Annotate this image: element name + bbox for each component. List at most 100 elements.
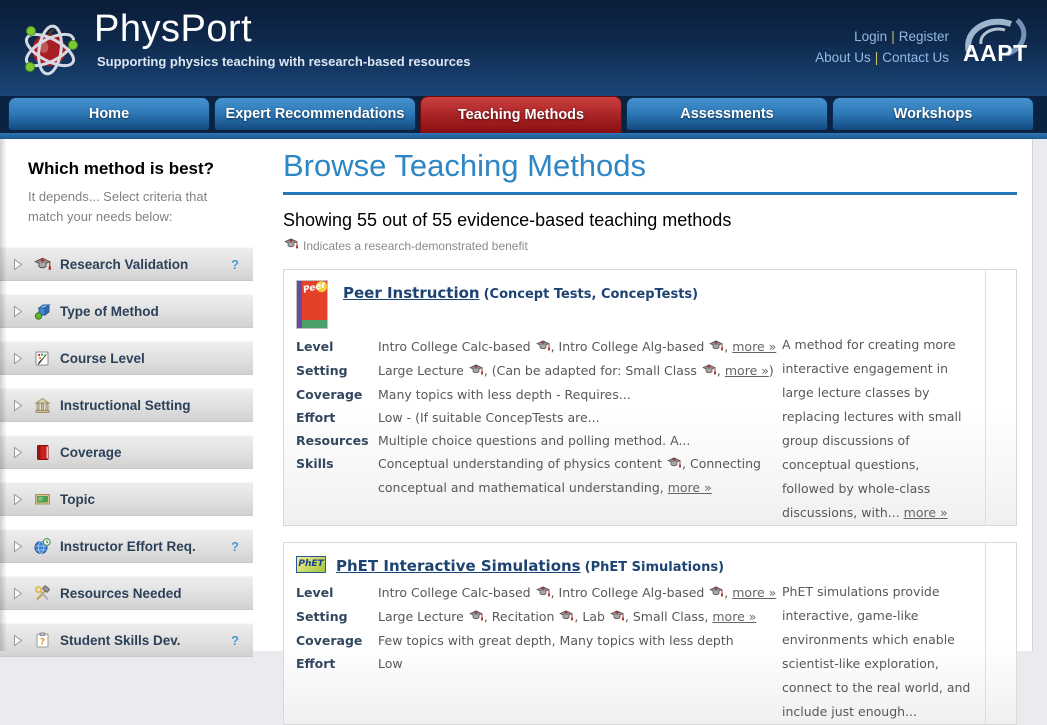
attribute-label: Effort — [296, 652, 378, 675]
grad-cap-icon — [709, 582, 723, 605]
filter-sidebar: Which method is best? It depends... Sele… — [0, 139, 253, 651]
attribute-label: Skills — [296, 452, 378, 499]
more-link[interactable]: more » — [668, 480, 712, 495]
grad-cap-icon — [536, 336, 550, 359]
expand-arrow-icon — [13, 399, 23, 412]
more-link[interactable]: more » — [732, 339, 776, 354]
about-us-link[interactable]: About Us — [815, 50, 871, 65]
attribute-row-effort: EffortLow — [296, 652, 782, 675]
shapes-icon — [33, 302, 51, 320]
book-cover-thumbnail[interactable]: Peer — [296, 280, 328, 329]
method-title-link[interactable]: PhET Interactive Simulations — [336, 557, 581, 575]
sidebar-item-label: Type of Method — [60, 304, 159, 319]
grad-cap-icon — [702, 360, 716, 383]
sidebar-item-type-of-method[interactable]: Type of Method — [0, 294, 253, 328]
card-title-block: Peer Instruction(Concept Tests, ConcepTe… — [343, 280, 698, 302]
more-link[interactable]: more » — [712, 609, 756, 624]
attribute-value: Intro College Calc-based , Intro College… — [378, 335, 782, 359]
sidebar-item-label: Student Skills Dev. — [60, 633, 181, 648]
nav-tab-expert-recommendations[interactable]: Expert Recommendations — [214, 97, 416, 130]
method-card-peer-instruction: Peer Peer Instruction(Concept Tests, Conc… — [283, 269, 1017, 526]
sidebar-item-label: Research Validation — [60, 257, 188, 272]
svg-text:?: ? — [39, 637, 44, 647]
nav-tab-workshops[interactable]: Workshops — [832, 97, 1034, 130]
book-cover-word: Peer — [302, 280, 327, 295]
sidebar-item-label: Resources Needed — [60, 586, 182, 601]
tools-icon — [33, 584, 51, 602]
method-card-phet-interactive-simulations: PhET PhET Interactive Simulations (PhET Si… — [283, 542, 1017, 725]
sidebar-item-course-level[interactable]: Course Level — [0, 341, 253, 375]
chalkboard-icon — [33, 490, 51, 508]
more-link[interactable]: more » — [732, 585, 776, 600]
method-description: PhET simulations provide interactive, ga… — [782, 553, 974, 724]
clipboard-question-icon: ? — [33, 631, 51, 649]
sidebar-item-instructional-setting[interactable]: Instructional Setting — [0, 388, 253, 422]
book-icon — [33, 443, 51, 461]
link-separator: | — [887, 29, 899, 44]
grad-cap-icon — [284, 238, 298, 253]
sidebar-item-label: Course Level — [60, 351, 145, 366]
card-main: Peer Peer Instruction(Concept Tests, Conc… — [296, 280, 782, 525]
aapt-logo[interactable]: AAPT — [959, 14, 1031, 80]
more-link[interactable]: more » — [904, 505, 948, 520]
sidebar-item-research-validation[interactable]: Research Validation? — [0, 247, 253, 281]
card-main: PhET PhET Interactive Simulations (PhET Si… — [296, 553, 782, 724]
method-description-text: A method for creating more interactive e… — [782, 337, 962, 520]
filter-list: Research Validation? Type of Method Course… — [0, 247, 253, 657]
help-icon[interactable]: ? — [231, 257, 239, 272]
attribute-row-level: LevelIntro College Calc-based , Intro Co… — [296, 581, 782, 605]
grad-cap-icon — [469, 606, 483, 629]
page-title: Browse Teaching Methods — [283, 149, 1017, 195]
login-link[interactable]: Login — [854, 29, 887, 44]
site-title: PhysPort — [94, 8, 471, 51]
results-summary: Showing 55 out of 55 evidence-based teac… — [283, 210, 1017, 231]
attribute-row-setting: SettingLarge Lecture , (Can be adapted f… — [296, 359, 782, 383]
bank-icon — [33, 396, 51, 414]
grad-cap-icon — [33, 255, 51, 273]
method-card-list: Peer Peer Instruction(Concept Tests, Conc… — [283, 269, 1017, 725]
attribute-row-coverage: CoverageMany topics with less depth - Re… — [296, 383, 782, 406]
sidebar-item-label: Instructor Effort Req. — [60, 539, 196, 554]
grad-cap-icon — [559, 606, 573, 629]
sidebar-item-resources-needed[interactable]: Resources Needed — [0, 576, 253, 610]
attribute-row-level: LevelIntro College Calc-based , Intro Co… — [296, 335, 782, 359]
attribute-label: Level — [296, 581, 378, 605]
phet-logo-thumbnail[interactable]: PhET — [296, 556, 326, 573]
site-tagline: Supporting physics teaching with researc… — [97, 54, 471, 69]
card-header: PhET PhET Interactive Simulations (PhET Si… — [296, 553, 782, 575]
attribute-row-coverage: CoverageFew topics with great depth, Man… — [296, 629, 782, 652]
main-nav: HomeExpert RecommendationsTeaching Metho… — [0, 96, 1047, 133]
link-separator: | — [871, 50, 883, 65]
attribute-row-resources: ResourcesMultiple choice questions and p… — [296, 429, 782, 452]
sidebar-item-student-skills-dev[interactable]: ? Student Skills Dev.? — [0, 623, 253, 657]
header-links: Login|Register About Us|Contact Us — [815, 26, 949, 68]
grad-cap-icon — [536, 582, 550, 605]
attribute-value: Conceptual understanding of physics cont… — [378, 452, 782, 499]
method-title-link[interactable]: Peer Instruction — [343, 284, 480, 302]
help-icon[interactable]: ? — [231, 539, 239, 554]
attribute-label: Setting — [296, 359, 378, 383]
attribute-value: Many topics with less depth - Requires..… — [378, 383, 782, 406]
attribute-value: Intro College Calc-based , Intro College… — [378, 581, 782, 605]
method-description: A method for creating more interactive e… — [782, 280, 974, 525]
help-icon[interactable]: ? — [231, 633, 239, 648]
expand-arrow-icon — [13, 587, 23, 600]
nav-tab-assessments[interactable]: Assessments — [626, 97, 828, 130]
more-link[interactable]: more » — [725, 363, 769, 378]
grad-cap-icon — [667, 453, 681, 476]
sidebar-item-label: Topic — [60, 492, 95, 507]
sidebar-item-instructor-effort-req[interactable]: Instructor Effort Req.? — [0, 529, 253, 563]
method-description-text: PhET simulations provide interactive, ga… — [782, 584, 970, 719]
register-link[interactable]: Register — [899, 29, 949, 44]
attribute-value: Large Lecture , Recitation , Lab , Small… — [378, 605, 782, 629]
contact-us-link[interactable]: Contact Us — [882, 50, 949, 65]
nav-tab-teaching-methods[interactable]: Teaching Methods — [420, 96, 622, 133]
method-subtitle: (PhET Simulations) — [585, 560, 724, 575]
expand-arrow-icon — [13, 540, 23, 553]
card-title-block: PhET Interactive Simulations (PhET Simula… — [336, 553, 724, 575]
sidebar-item-coverage[interactable]: Coverage — [0, 435, 253, 469]
nav-tab-home[interactable]: Home — [8, 97, 210, 130]
physport-logo-icon[interactable] — [18, 14, 82, 80]
card-content: Peer Peer Instruction(Concept Tests, Conc… — [284, 270, 1016, 525]
sidebar-item-topic[interactable]: Topic — [0, 482, 253, 516]
